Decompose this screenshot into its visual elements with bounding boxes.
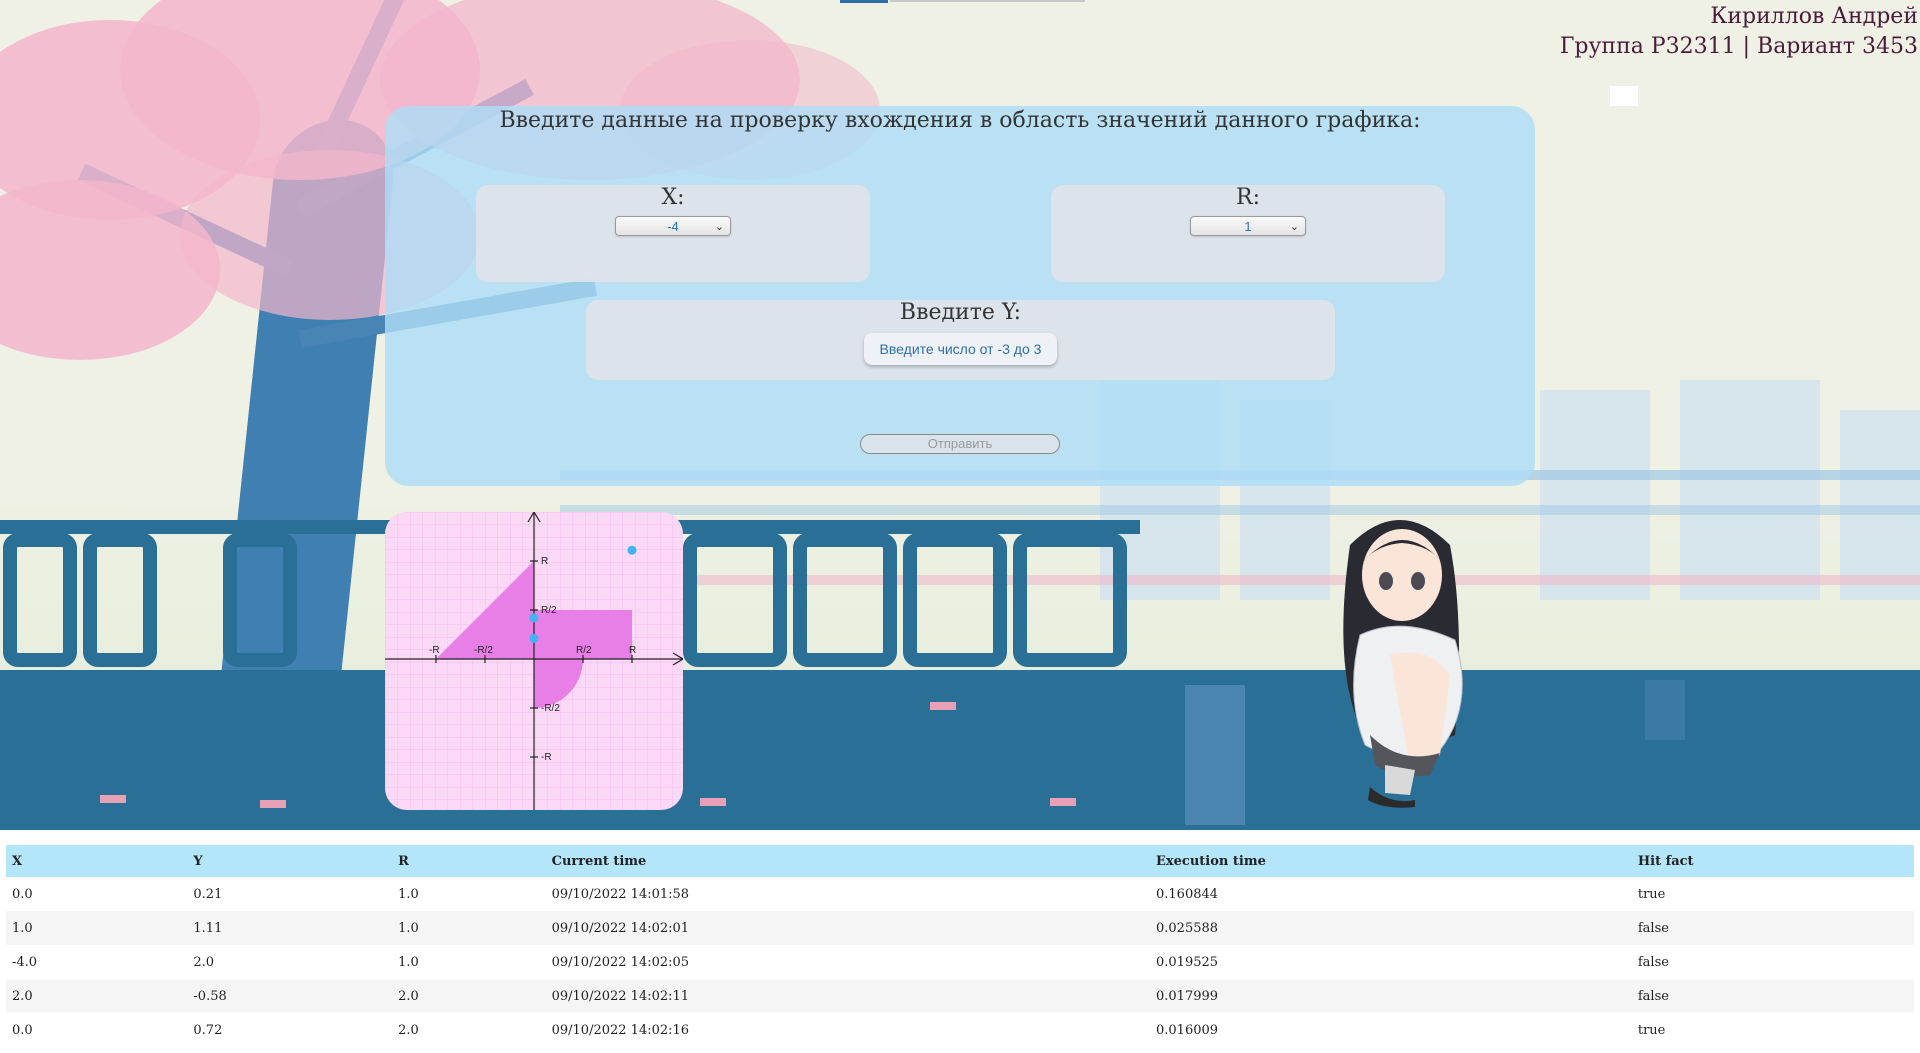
table-cell: false bbox=[1637, 954, 1669, 970]
table-cell: 0.017999 bbox=[1150, 979, 1632, 1013]
r-select[interactable]: 1 ⌄ bbox=[1190, 216, 1306, 236]
r-input-box: R: 1 ⌄ bbox=[1051, 185, 1445, 282]
table-cell: 0.0 bbox=[12, 886, 33, 902]
anime-girl-illustration bbox=[1343, 520, 1463, 808]
column-header: Execution time bbox=[1150, 845, 1632, 877]
x-select[interactable]: -4 ⌄ bbox=[615, 216, 731, 236]
table-cell: true bbox=[1637, 886, 1666, 902]
plotted-point bbox=[529, 613, 539, 623]
tick-label-y-neg-half: -R/2 bbox=[541, 703, 560, 714]
table-row: 0.0 0.72 2.0 09/10/2022 14:02:16 0.016009 tru… bbox=[6, 1013, 1914, 1047]
fence-silhouette bbox=[0, 520, 1920, 830]
table-header-row: X Y R Current time Execution time Hit fact bbox=[6, 845, 1914, 877]
plotted-point bbox=[529, 633, 539, 643]
table-cell: 0.0 bbox=[12, 1022, 33, 1038]
table-cell: 1.11 bbox=[187, 911, 393, 945]
table-cell: 0.019525 bbox=[1156, 954, 1219, 970]
table-row: 0.0 0.21 1.0 09/10/2022 14:01:58 0.160844 tru… bbox=[6, 877, 1914, 911]
table-cell: 0.72 bbox=[193, 1022, 223, 1038]
table-body: 0.0 0.21 1.0 09/10/2022 14:01:58 0.160844 tru… bbox=[6, 877, 1914, 1047]
author-name: Кириллов Андрей bbox=[1710, 4, 1918, 29]
page-header: Кириллов Андрей Группа P32311 | Вариант … bbox=[1560, 2, 1918, 62]
tick-label-y-neg-r: -R bbox=[541, 752, 552, 763]
table-cell: false bbox=[1631, 979, 1914, 1013]
form-title: Введите данные на проверку вхождения в о… bbox=[499, 108, 1421, 133]
tick-label-x-neg-half: -R/2 bbox=[474, 645, 493, 656]
results-table: X Y R Current time Execution time Hit fact 0.… bbox=[6, 845, 1914, 1047]
table-cell: 0.025588 bbox=[1150, 911, 1632, 945]
x-input-box: X: -4 ⌄ bbox=[476, 185, 870, 282]
table-cell: false bbox=[1631, 911, 1914, 945]
table-cell: 09/10/2022 14:02:16 bbox=[551, 1022, 690, 1038]
form-panel: Введите данные на проверку вхождения в о… bbox=[385, 106, 1535, 486]
plotted-point bbox=[627, 545, 637, 555]
r-label: R: bbox=[1236, 185, 1260, 210]
top-tab-divider bbox=[890, 0, 1085, 2]
submit-button[interactable]: Отправить bbox=[860, 434, 1060, 454]
x-label: X: bbox=[661, 185, 685, 210]
table-cell: -0.58 bbox=[187, 979, 393, 1013]
column-header: X bbox=[6, 845, 188, 877]
column-header: R bbox=[392, 845, 546, 877]
table-cell: 1.0 bbox=[398, 954, 419, 970]
table-cell: 09/10/2022 14:02:01 bbox=[545, 911, 1150, 945]
tick-label-y-pos-r: R bbox=[541, 556, 548, 567]
r-select-value: 1 bbox=[1244, 219, 1252, 234]
table-cell: 09/10/2022 14:02:11 bbox=[545, 979, 1150, 1013]
table-cell: 2.0 bbox=[6, 979, 188, 1013]
table-row: 1.0 1.11 1.0 09/10/2022 14:02:01 0.025588 fal… bbox=[6, 911, 1914, 945]
top-tab-indicator bbox=[840, 0, 888, 3]
table-cell: 0.016009 bbox=[1156, 1022, 1219, 1038]
column-header: Y bbox=[187, 845, 393, 877]
tick-label-x-neg-r: -R bbox=[429, 645, 440, 656]
graph-canvas[interactable]: -R -R/2 R/2 R R R/2 -R/2 -R bbox=[385, 512, 683, 810]
tick-label-x-pos-r: R bbox=[629, 645, 636, 656]
area-graph[interactable]: -R -R/2 R/2 R R R/2 -R/2 -R bbox=[385, 512, 683, 810]
column-header: Current time bbox=[545, 845, 1150, 877]
table-cell: -4.0 bbox=[12, 954, 38, 970]
x-select-value: -4 bbox=[667, 219, 679, 234]
table-cell: 2.0 bbox=[392, 979, 546, 1013]
y-label: Введите Y: bbox=[899, 300, 1022, 325]
table-cell: 1.0 bbox=[6, 911, 188, 945]
tick-label-y-pos-half: R/2 bbox=[541, 605, 557, 616]
table-cell: 2.0 bbox=[398, 1022, 419, 1038]
table-cell: 09/10/2022 14:01:58 bbox=[551, 886, 690, 902]
y-input-box: Введите Y: Введите число от -3 до 3 bbox=[586, 300, 1335, 380]
table-row: 2.0 -0.58 2.0 09/10/2022 14:02:11 0.017999 fa… bbox=[6, 979, 1914, 1013]
y-input-button[interactable]: Введите число от -3 до 3 bbox=[863, 333, 1058, 365]
table-cell: 0.160844 bbox=[1156, 886, 1219, 902]
chevron-down-icon: ⌄ bbox=[1289, 221, 1299, 233]
table-cell: 09/10/2022 14:02:05 bbox=[551, 954, 690, 970]
table-cell: 1.0 bbox=[392, 911, 546, 945]
table-cell: true bbox=[1637, 1022, 1666, 1038]
table-cell: 2.0 bbox=[193, 954, 215, 970]
table-cell: 0.21 bbox=[193, 886, 223, 902]
table-cell: 1.0 bbox=[398, 886, 419, 902]
column-header: Hit fact bbox=[1631, 845, 1914, 877]
table-row: -4.0 2.0 1.0 09/10/2022 14:02:05 0.019525 fal… bbox=[6, 945, 1914, 979]
group-variant: Группа P32311 | Вариант 3453 bbox=[1559, 34, 1918, 59]
tick-label-x-pos-half: R/2 bbox=[576, 645, 592, 656]
chevron-down-icon: ⌄ bbox=[714, 221, 724, 233]
